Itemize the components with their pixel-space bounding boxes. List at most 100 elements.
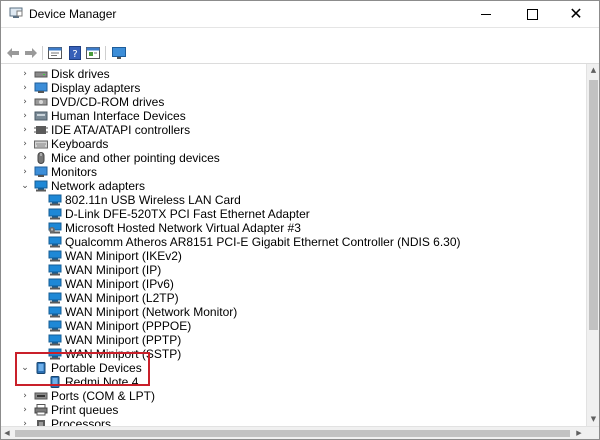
- tree-item-dvd-drives[interactable]: › DVD/CD-ROM drives: [1, 95, 586, 109]
- tree-item-label: Ports (COM & LPT): [51, 389, 156, 403]
- expand-chevron-icon[interactable]: ›: [20, 67, 30, 81]
- tree-item-label: Network adapters: [51, 179, 146, 193]
- expand-chevron-icon[interactable]: ›: [20, 95, 30, 109]
- help-button[interactable]: ?: [67, 45, 83, 61]
- network-adapter-warning-icon: [48, 222, 62, 234]
- tree-item-label: WAN Miniport (IPv6): [65, 277, 174, 291]
- scan-hardware-button[interactable]: [111, 45, 127, 61]
- mouse-icon: [37, 152, 45, 164]
- keyboard-icon: [34, 140, 48, 149]
- network-adapter-icon: [48, 334, 62, 346]
- tree-item-label: Mice and other pointing devices: [51, 151, 220, 165]
- expand-chevron-icon[interactable]: ›: [20, 417, 30, 426]
- toolbar: ?: [1, 43, 599, 64]
- tree-item-network-child[interactable]: WAN Miniport (IPv6): [1, 277, 586, 291]
- tree-item-label: WAN Miniport (PPTP): [65, 333, 182, 347]
- scroll-down-icon[interactable]: ▼: [587, 413, 599, 426]
- device-manager-icon: [9, 7, 23, 18]
- dvd-drive-icon: [34, 98, 48, 106]
- close-icon: ✕: [569, 4, 583, 23]
- tree-item-human-interface-devices[interactable]: › Human Interface Devices: [1, 109, 586, 123]
- network-adapter-icon: [48, 278, 62, 290]
- maximize-button[interactable]: [509, 1, 555, 27]
- maximize-icon: [526, 8, 538, 20]
- network-adapter-icon: [48, 306, 62, 318]
- tree-item-label: WAN Miniport (IP): [65, 263, 162, 277]
- expand-chevron-icon[interactable]: ›: [20, 109, 30, 123]
- vertical-scrollbar[interactable]: ▲ ▼: [586, 64, 599, 426]
- highlight-box: [15, 352, 150, 386]
- properties-button[interactable]: [47, 45, 63, 61]
- tree-item-mice[interactable]: › Mice and other pointing devices: [1, 151, 586, 165]
- tree-item-label: Qualcomm Atheros AR8151 PCI-E Gigabit Et…: [65, 235, 461, 249]
- tree-item-network-adapters[interactable]: ⌄ Network adapters: [1, 179, 586, 193]
- forward-button[interactable]: [23, 45, 39, 61]
- expand-chevron-icon[interactable]: ›: [20, 151, 30, 165]
- network-adapter-icon: [48, 194, 62, 206]
- update-driver-button[interactable]: [85, 45, 101, 61]
- expand-chevron-icon[interactable]: ›: [20, 81, 30, 95]
- device-manager-window: Device Manager ✕ ? › Disk drives › Displ…: [0, 0, 600, 440]
- close-button[interactable]: ✕: [553, 1, 599, 27]
- update-driver-icon: [86, 47, 100, 59]
- display-adapter-icon: [34, 82, 48, 93]
- port-icon: [34, 392, 48, 400]
- network-adapter-icon: [48, 264, 62, 276]
- scroll-right-icon[interactable]: ▶: [573, 427, 585, 439]
- tree-item-network-child[interactable]: WAN Miniport (PPTP): [1, 333, 586, 347]
- tree-item-network-child[interactable]: WAN Miniport (Network Monitor): [1, 305, 586, 319]
- help-icon: ?: [69, 46, 81, 60]
- ide-controller-icon: [34, 126, 48, 134]
- svg-text:?: ?: [72, 49, 77, 60]
- scan-monitor-icon: [112, 46, 126, 59]
- tree-item-label: 802.11n USB Wireless LAN Card: [65, 193, 241, 207]
- properties-icon: [48, 47, 62, 59]
- tree-item-ports[interactable]: › Ports (COM & LPT): [1, 389, 586, 403]
- tree-item-network-child[interactable]: 802.11n USB Wireless LAN Card: [1, 193, 586, 207]
- window-title: Device Manager: [29, 7, 117, 21]
- tree-item-label: WAN Miniport (IKEv2): [65, 249, 182, 263]
- tree-item-network-child[interactable]: WAN Miniport (PPPOE): [1, 319, 586, 333]
- tree-item-label: DVD/CD-ROM drives: [51, 95, 165, 109]
- disk-drive-icon: [34, 71, 48, 78]
- collapse-chevron-icon[interactable]: ⌄: [20, 179, 30, 193]
- tree-item-ide-controllers[interactable]: › IDE ATA/ATAPI controllers: [1, 123, 586, 137]
- scroll-left-icon[interactable]: ◀: [1, 427, 13, 439]
- network-adapter-icon: [34, 180, 48, 192]
- tree-item-label: D-Link DFE-520TX PCI Fast Ethernet Adapt…: [65, 207, 310, 221]
- expand-chevron-icon[interactable]: ›: [20, 403, 30, 417]
- tree-item-network-child[interactable]: WAN Miniport (L2TP): [1, 291, 586, 305]
- minimize-button[interactable]: [463, 1, 509, 27]
- tree-item-network-child[interactable]: WAN Miniport (IKEv2): [1, 249, 586, 263]
- expand-chevron-icon[interactable]: ›: [20, 389, 30, 403]
- tree-item-disk-drives[interactable]: › Disk drives: [1, 67, 586, 81]
- tree-item-network-child[interactable]: WAN Miniport (IP): [1, 263, 586, 277]
- network-adapter-icon: [48, 292, 62, 304]
- tree-item-monitors[interactable]: › Monitors: [1, 165, 586, 179]
- printer-icon: [34, 404, 48, 416]
- expand-chevron-icon[interactable]: ›: [20, 165, 30, 179]
- scroll-up-icon[interactable]: ▲: [587, 64, 599, 77]
- expand-chevron-icon[interactable]: ›: [20, 137, 30, 151]
- tree-item-display-adapters[interactable]: › Display adapters: [1, 81, 586, 95]
- tree-item-label: IDE ATA/ATAPI controllers: [51, 123, 191, 137]
- tree-item-label: Disk drives: [51, 67, 110, 81]
- tree-item-processors[interactable]: › Processors: [1, 417, 586, 426]
- tree-item-label: Keyboards: [51, 137, 109, 151]
- expand-chevron-icon[interactable]: ›: [20, 123, 30, 137]
- tree-item-label: Microsoft Hosted Network Virtual Adapter…: [65, 221, 301, 235]
- title-bar: Device Manager ✕: [1, 1, 599, 27]
- tree-item-network-child[interactable]: Microsoft Hosted Network Virtual Adapter…: [1, 221, 586, 235]
- vertical-scroll-thumb[interactable]: [589, 80, 598, 330]
- horizontal-scroll-thumb[interactable]: [15, 430, 570, 437]
- horizontal-scrollbar[interactable]: ◀ ▶: [1, 426, 599, 439]
- tree-item-print-queues[interactable]: › Print queues: [1, 403, 586, 417]
- processor-icon: [37, 420, 45, 426]
- tree-item-keyboards[interactable]: › Keyboards: [1, 137, 586, 151]
- tree-item-label: Monitors: [51, 165, 98, 179]
- tree-item-network-child[interactable]: D-Link DFE-520TX PCI Fast Ethernet Adapt…: [1, 207, 586, 221]
- back-button[interactable]: [5, 45, 21, 61]
- tree-item-label: WAN Miniport (L2TP): [65, 291, 179, 305]
- hid-icon: [34, 111, 48, 121]
- tree-item-network-child[interactable]: Qualcomm Atheros AR8151 PCI-E Gigabit Et…: [1, 235, 586, 249]
